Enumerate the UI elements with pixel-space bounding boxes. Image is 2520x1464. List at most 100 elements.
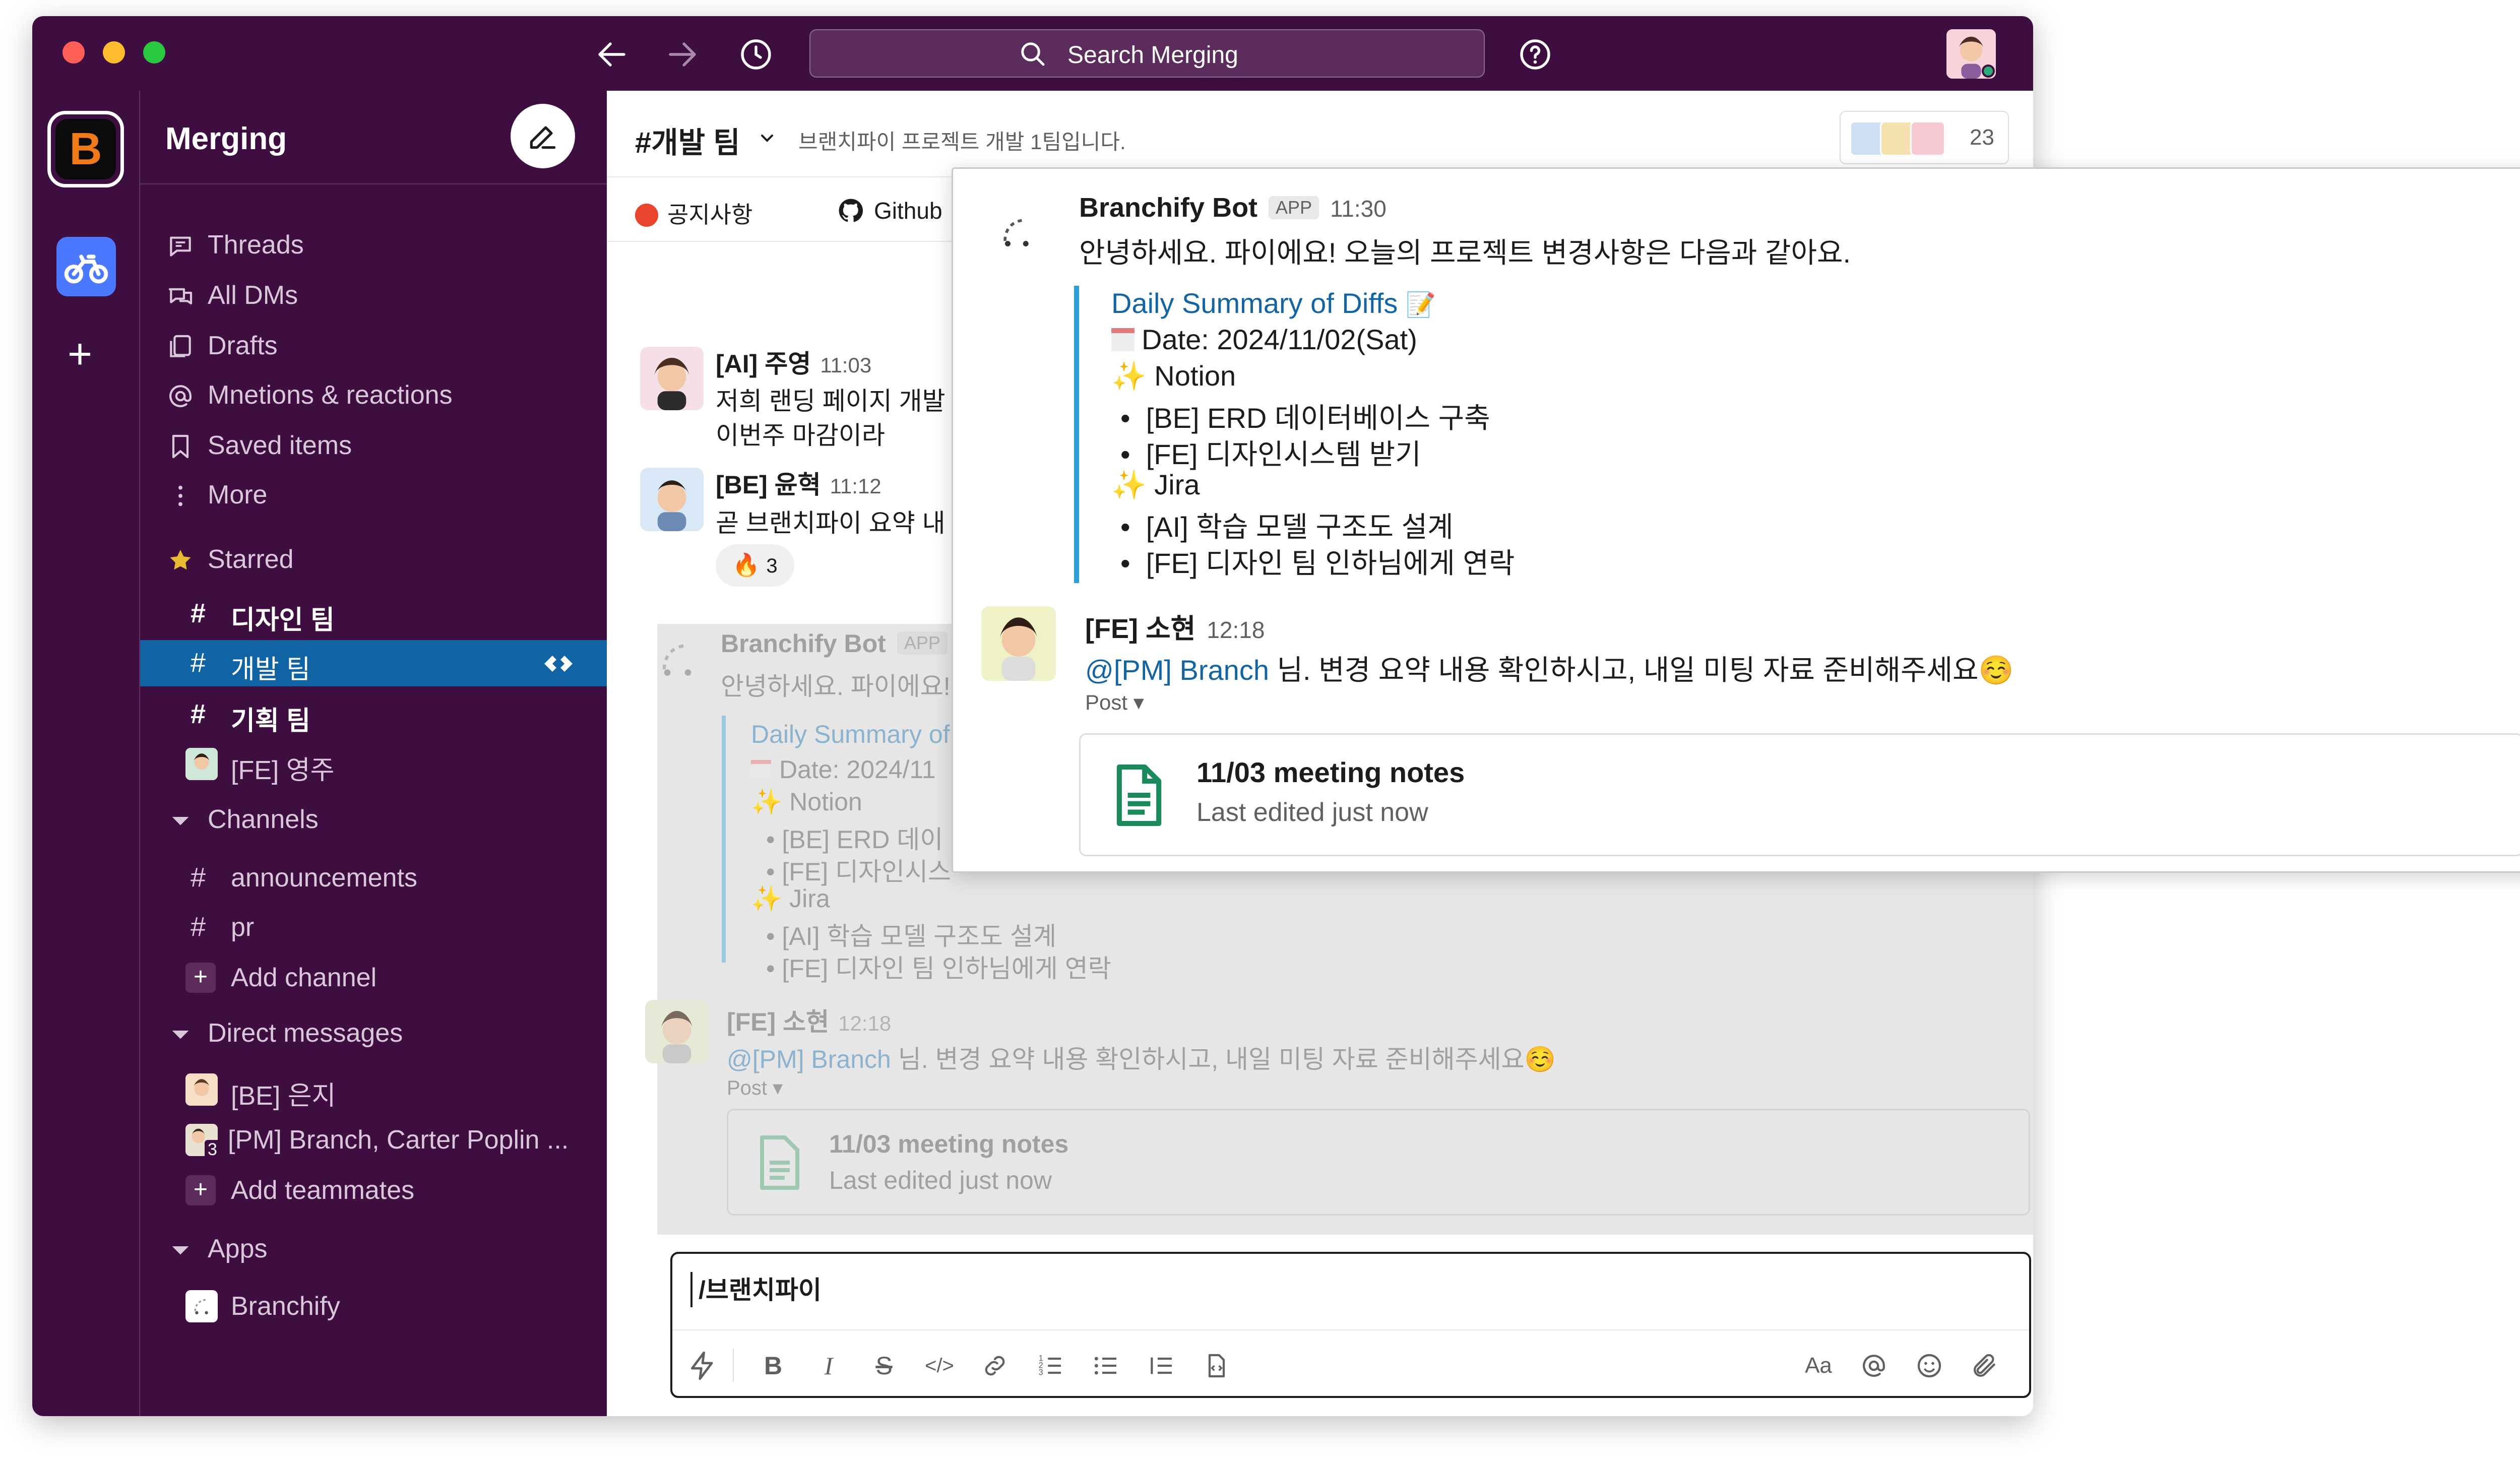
link-icon[interactable] — [977, 1348, 1013, 1384]
dm-label: [BE] 은지 — [231, 1081, 336, 1111]
branchify-logo-icon — [1003, 219, 1029, 246]
branchify-logo-icon — [194, 1299, 208, 1314]
message-text: @[PM] Branch 님. 변경 요약 내용 확인하시고, 내일 미팅 자료… — [727, 1045, 1556, 1073]
close-window-button[interactable] — [62, 41, 85, 63]
shortcuts-lightning-icon[interactable] — [684, 1348, 721, 1384]
dm-label: [FE] 영주 — [231, 756, 335, 785]
message-avatar[interactable] — [640, 347, 704, 410]
message-avatar[interactable] — [640, 468, 704, 531]
section-apps[interactable]: Apps — [140, 1226, 607, 1272]
search-bar[interactable]: Search Merging — [809, 29, 1485, 78]
bold-icon[interactable]: B — [755, 1348, 791, 1384]
sidebar-item-drafts[interactable]: Drafts — [140, 323, 607, 369]
avatar — [185, 748, 218, 780]
section-starred[interactable]: Starred — [140, 536, 607, 583]
add-teammates-button[interactable]: + Add teammates — [140, 1167, 607, 1214]
post-attachment[interactable]: 11/03 meeting notes Last edited just now — [1079, 733, 2520, 856]
sidebar-item-label: Drafts — [208, 331, 278, 360]
memoji-avatar-icon — [640, 468, 704, 531]
sidebar-item-threads[interactable]: Threads — [140, 222, 607, 268]
section-label: Starred — [208, 545, 294, 574]
code-icon[interactable]: </> — [921, 1348, 958, 1384]
sidebar-dm-eunji[interactable]: [BE] 은지 — [140, 1066, 607, 1113]
user-mention[interactable]: @[PM] Branch — [1085, 654, 1269, 686]
quote-bar — [1074, 286, 1079, 583]
bike-icon — [64, 254, 108, 284]
summary-date: Date: 2024/11/02(Sat) — [1111, 323, 1417, 356]
message-text: 안녕하세요. 파이에요! — [721, 672, 951, 701]
channel-title[interactable]: #개발 팀 — [635, 119, 740, 161]
compose-icon — [530, 126, 556, 149]
post-subtitle: Last edited just now — [1196, 798, 1428, 827]
help-icon[interactable] — [1517, 36, 1553, 73]
dm-label: [PM] Branch, Carter Poplin ... — [228, 1125, 569, 1155]
sidebar-item-all-dms[interactable]: All DMs — [140, 272, 607, 319]
mention-icon[interactable] — [1856, 1348, 1892, 1384]
message-time: 11:03 — [820, 353, 872, 377]
plus-icon: + — [185, 1175, 216, 1205]
summary-title[interactable]: Daily Summary of Diffs 📝 — [1111, 287, 1436, 320]
section-direct-messages[interactable]: Direct messages — [140, 1010, 607, 1056]
workspace-switcher-branchify[interactable] — [56, 237, 116, 296]
bullet-list-icon[interactable] — [1088, 1348, 1124, 1384]
code-block-icon[interactable] — [1199, 1348, 1235, 1384]
zoom-window-button[interactable] — [143, 41, 165, 63]
strikethrough-icon[interactable]: S — [866, 1348, 902, 1384]
members-button[interactable]: 23 — [1840, 111, 2009, 164]
back-arrow-icon[interactable] — [594, 36, 630, 73]
sidebar-channel-announcements[interactable]: # announcements — [140, 855, 607, 901]
sidebar-app-branchify[interactable]: Branchify — [140, 1283, 607, 1329]
memoji-avatar-icon — [185, 748, 218, 780]
search-icon — [1021, 42, 1045, 66]
post-title: 11/03 meeting notes — [1196, 756, 1465, 788]
composer-input[interactable]: /브랜치파이 — [699, 1270, 822, 1306]
toolbar-divider — [733, 1349, 734, 1382]
minimize-window-button[interactable] — [103, 41, 125, 63]
message-author: [FE] 소현 12:18 — [727, 1008, 892, 1036]
hash-icon: # — [191, 912, 206, 942]
sidebar-channel-dev[interactable]: # 개발 팀 — [140, 640, 607, 686]
blockquote-icon[interactable] — [1143, 1348, 1179, 1384]
composer-divider — [672, 1329, 2029, 1330]
add-workspace-icon[interactable]: + — [68, 333, 92, 375]
history-clock-icon[interactable] — [738, 36, 774, 73]
add-channel-button[interactable]: + Add channel — [140, 954, 607, 1001]
section-channels[interactable]: Channels — [140, 796, 607, 843]
chevron-down-icon[interactable] — [757, 128, 777, 148]
sidebar-item-mentions[interactable]: Mnetions & reactions — [140, 372, 607, 418]
bookmark-github[interactable]: Github — [837, 197, 942, 225]
bookmark-notice[interactable]: 공지사항 — [635, 197, 752, 230]
sidebar-dm-youngju[interactable]: [FE] 영주 — [140, 741, 607, 787]
dms-icon — [168, 288, 193, 305]
italic-icon[interactable]: I — [810, 1348, 847, 1384]
more-vertical-icon — [178, 485, 182, 506]
memoji-avatar-icon — [645, 1000, 709, 1063]
sidebar-item-more[interactable]: More — [140, 472, 607, 518]
attachment-icon[interactable] — [1967, 1348, 2003, 1384]
summary-item: • [BE] ERD 데이터베이스 구축 — [1120, 402, 1490, 434]
ordered-list-icon[interactable]: 123 — [1032, 1348, 1068, 1384]
fire-emoji: 🔥 — [732, 553, 761, 578]
post-label[interactable]: Post ▾ — [1085, 690, 1144, 715]
summary-jira: ✨ Jira — [751, 884, 830, 913]
bot-name[interactable]: Branchify Bot APP 11:30 — [1079, 192, 1387, 223]
user-avatar[interactable] — [1946, 29, 1996, 79]
sidebar-channel-pr[interactable]: # pr — [140, 904, 607, 950]
forward-arrow-icon[interactable] — [664, 36, 701, 73]
workspace-name[interactable]: Merging — [165, 121, 287, 157]
reaction-pill[interactable]: 🔥 3 — [716, 544, 794, 587]
sidebar-channel-planning[interactable]: # 기획 팀 — [140, 691, 607, 738]
formatting-aa-icon[interactable]: Aa — [1800, 1348, 1837, 1384]
sidebar-dm-group[interactable]: 3 [PM] Branch, Carter Poplin ... — [140, 1117, 607, 1163]
reply-avatar[interactable] — [981, 606, 1056, 681]
quote-bar — [722, 716, 726, 963]
sidebar: Merging Threads All DMs Drafts Mnetions … — [140, 91, 607, 1416]
sidebar-item-saved[interactable]: Saved items — [140, 422, 607, 469]
workspace-switcher-merging[interactable]: B — [47, 111, 124, 187]
message-author[interactable]: [AI] 주영 11:03 — [716, 344, 871, 380]
sidebar-channel-design[interactable]: # 디자인 팀 — [140, 591, 607, 637]
emoji-icon[interactable] — [1911, 1348, 1947, 1384]
message-author[interactable]: [BE] 윤혁 11:12 — [716, 465, 881, 501]
compose-button[interactable] — [511, 104, 575, 168]
reply-author[interactable]: [FE] 소현 12:18 — [1085, 606, 1265, 646]
